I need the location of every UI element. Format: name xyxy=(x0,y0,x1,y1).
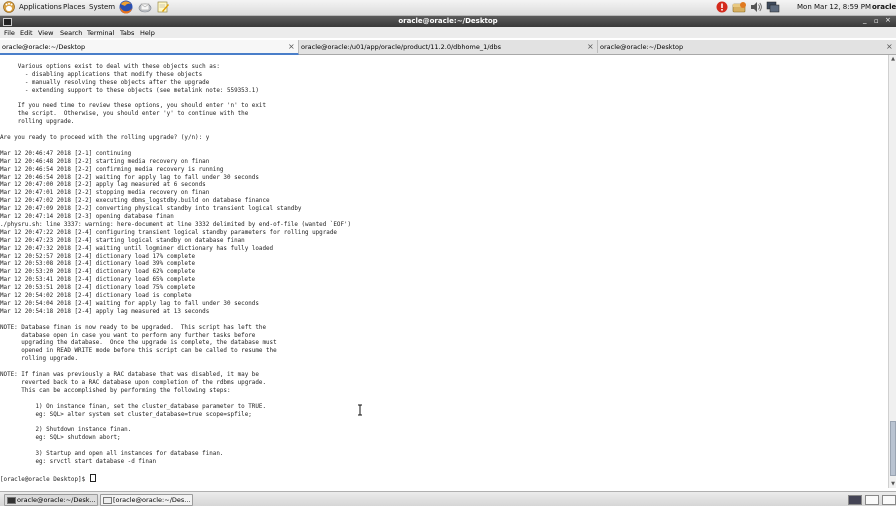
terminal-line: Mar 12 20:47:32 2018 [2-4] waiting until… xyxy=(0,245,274,252)
network-icon[interactable] xyxy=(766,1,780,13)
menu-view[interactable]: View xyxy=(38,29,53,37)
volume-icon[interactable] xyxy=(750,1,762,13)
scroll-up-icon[interactable]: ▲ xyxy=(889,55,896,63)
update-alert-icon[interactable] xyxy=(716,1,728,13)
gnome-foot-icon[interactable] xyxy=(3,1,15,13)
terminal-scrollbar[interactable]: ▲ ▼ xyxy=(888,55,896,488)
terminal-line: Mar 12 20:53:08 2018 [2-4] dictionary lo… xyxy=(0,261,196,268)
firefox-icon[interactable] xyxy=(119,0,133,14)
terminal-line: NOTE: If finan was previously a RAC data… xyxy=(0,372,259,378)
terminal-line: the script. Otherwise, you should enter … xyxy=(0,111,249,118)
taskbar-label: [oracle@oracle:~/Des... xyxy=(113,496,191,504)
clock[interactable]: Mon Mar 12, 8:59 PM xyxy=(797,3,871,11)
maximize-button[interactable]: ▫ xyxy=(874,17,879,25)
terminal-line: rolling upgrade. xyxy=(0,119,75,126)
terminal-output[interactable]: Various options exist to deal with these… xyxy=(0,55,888,488)
menu-edit[interactable]: Edit xyxy=(20,29,33,37)
terminal-line: Mar 12 20:47:09 2018 [2-2] converting ph… xyxy=(0,206,302,213)
applications-menu[interactable]: Applications xyxy=(19,3,62,11)
tab-close-icon[interactable]: × xyxy=(886,42,893,51)
terminal-line: - manually resolving these objects after… xyxy=(0,79,210,86)
terminal-line: 2) Shutdown instance finan. xyxy=(0,427,132,434)
terminal-cursor xyxy=(89,473,96,482)
terminal-line: Mar 12 20:54:02 2018 [2-4] dictionary lo… xyxy=(0,293,192,299)
tab-close-icon[interactable]: × xyxy=(587,42,594,51)
tab-label: oracle@oracle:~/Desktop xyxy=(600,43,684,51)
scrollbar-thumb[interactable] xyxy=(890,421,896,476)
menu-help[interactable]: Help xyxy=(140,29,155,37)
taskbar-item-terminal-1[interactable]: oracle@oracle:~/Desk... xyxy=(4,494,98,506)
terminal-line: Mar 12 20:53:41 2018 [2-4] dictionary lo… xyxy=(0,277,196,284)
terminal-line: Mar 12 20:46:48 2018 [2-2] starting medi… xyxy=(0,158,210,165)
terminal-icon xyxy=(7,497,16,504)
menubar: File Edit View Search Terminal Tabs Help xyxy=(0,27,896,38)
taskbar-item-terminal-2[interactable]: [oracle@oracle:~/Des... xyxy=(100,494,193,506)
window-titlebar[interactable]: oracle@oracle:~/Desktop _ ▫ × xyxy=(0,16,896,27)
terminal-line: - disabling applications that modify the… xyxy=(0,71,203,78)
minimize-button[interactable]: _ xyxy=(863,16,867,24)
terminal-line: Mar 12 20:53:20 2018 [2-4] dictionary lo… xyxy=(0,269,196,276)
terminal-line: Mar 12 20:47:01 2018 [2-2] stopping medi… xyxy=(0,190,210,197)
terminal-line: ./physru.sh: line 3337: warning: here-do… xyxy=(0,221,352,228)
workspace-1-icon[interactable] xyxy=(848,495,862,505)
tab-label: oracle@oracle:/u01/app/oracle/product/11… xyxy=(301,43,502,51)
terminal-line: Mar 12 20:46:54 2018 [2-2] confirming me… xyxy=(0,166,224,173)
terminal-line: - extending support to these objects (se… xyxy=(0,87,259,94)
text-cursor-icon xyxy=(358,404,362,416)
package-updates-icon[interactable] xyxy=(732,1,747,13)
scroll-down-icon[interactable]: ▼ xyxy=(889,480,896,488)
tab-label: oracle@oracle:~/Desktop xyxy=(2,43,86,51)
terminal-line: Mar 12 20:47:02 2018 [2-2] executing dbm… xyxy=(0,198,270,205)
terminal-line: eg: SQL> shutdown abort; xyxy=(0,435,121,442)
terminal-line: Mar 12 20:47:23 2018 [2-4] starting logi… xyxy=(0,237,245,244)
terminal-line: Mar 12 20:54:18 2018 [2-4] apply lag mea… xyxy=(0,308,210,315)
taskbar-label: oracle@oracle:~/Desk... xyxy=(17,496,96,504)
window-title: oracle@oracle:~/Desktop xyxy=(398,17,498,25)
terminal-line: Various options exist to deal with these… xyxy=(0,63,220,70)
terminal-line: eg: SQL> alter system set cluster_databa… xyxy=(0,411,252,418)
tab-bar: oracle@oracle:~/Desktop × oracle@oracle:… xyxy=(0,40,896,55)
tab-dbs[interactable]: oracle@oracle:/u01/app/oracle/product/11… xyxy=(299,40,598,53)
menu-file[interactable]: File xyxy=(4,29,15,37)
terminal-icon xyxy=(103,497,112,504)
workspace-2-icon[interactable] xyxy=(865,495,879,505)
terminal-line: Mar 12 20:46:54 2018 [2-2] waiting for a… xyxy=(0,174,259,181)
system-menu[interactable]: System xyxy=(89,3,115,11)
terminal-line: 1) On instance finan, set the cluster_da… xyxy=(0,403,266,410)
terminal-line: eg: srvctl start database -d finan xyxy=(0,458,157,465)
places-menu[interactable]: Places xyxy=(63,3,85,11)
terminal-line: Are you ready to proceed with the rollin… xyxy=(0,135,210,141)
tab-close-icon[interactable]: × xyxy=(288,42,295,51)
terminal-line: If you need time to review these options… xyxy=(0,103,266,110)
terminal-line: 3) Startup and open all instances for da… xyxy=(0,451,224,457)
menu-tabs[interactable]: Tabs xyxy=(120,29,134,37)
terminal-line: Mar 12 20:52:57 2018 [2-4] dictionary lo… xyxy=(0,253,196,260)
text-editor-icon[interactable] xyxy=(157,1,169,13)
terminal-line: upgrading the database. Once the upgrade… xyxy=(0,340,277,347)
terminal-line: Mar 12 20:47:00 2018 [2-2] apply lag mea… xyxy=(0,182,206,189)
terminal-line: rolling upgrade. xyxy=(0,356,79,363)
terminal-line: This can be accomplished by performing t… xyxy=(0,387,231,394)
tab-desktop-2[interactable]: oracle@oracle:~/Desktop × xyxy=(598,40,896,53)
menu-terminal[interactable]: Terminal xyxy=(87,29,114,37)
terminal-line: reverted back to a RAC database upon com… xyxy=(0,379,266,386)
top-panel: Applications Places System Mon Mar 12, 8… xyxy=(0,0,896,16)
terminal-line: Mar 12 20:46:47 2018 [2-1] continuing xyxy=(0,150,132,157)
terminal-line: Mar 12 20:53:51 2018 [2-4] dictionary lo… xyxy=(0,285,196,292)
terminal-line: Mar 12 20:47:22 2018 [2-4] configuring t… xyxy=(0,229,337,236)
terminal-line: [oracle@oracle Desktop]$ xyxy=(0,473,96,483)
workspace-3-icon[interactable] xyxy=(882,495,896,505)
close-window-button[interactable]: × xyxy=(885,16,891,24)
terminal-line: NOTE: Database finan is now ready to be … xyxy=(0,324,266,331)
mail-client-icon[interactable] xyxy=(138,1,152,13)
bottom-panel: oracle@oracle:~/Desk... [oracle@oracle:~… xyxy=(0,491,896,506)
terminal-line: opened in READ WRITE mode before this sc… xyxy=(0,348,277,355)
terminal-line: Mar 12 20:54:04 2018 [2-4] waiting for a… xyxy=(0,300,259,307)
tab-desktop-1[interactable]: oracle@oracle:~/Desktop × xyxy=(0,40,299,55)
menu-search[interactable]: Search xyxy=(60,29,82,37)
user-menu[interactable]: oracle xyxy=(872,3,896,11)
terminal-line: Mar 12 20:47:14 2018 [2-3] opening datab… xyxy=(0,214,174,220)
terminal-line: database open in case you want to perfor… xyxy=(0,332,256,339)
